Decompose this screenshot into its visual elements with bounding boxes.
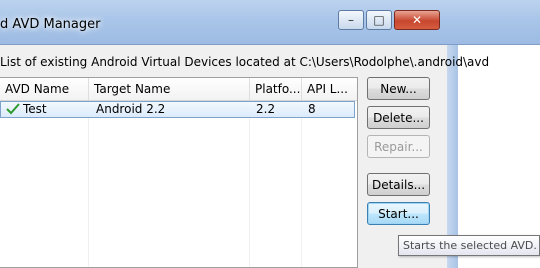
close-button[interactable]: ✕ [394,10,440,30]
column-divider [88,118,89,267]
table-header: AVD Name Target Name Platfo... API L... [0,78,357,101]
minimize-button[interactable]: – [338,10,364,30]
column-header-avd-name[interactable]: AVD Name [0,78,89,100]
column-header-api-level[interactable]: API L... [302,78,357,100]
table-row[interactable]: Test Android 2.2 2.2 8 [0,101,355,118]
minimize-icon: – [348,13,354,27]
api-level-cell: 8 [308,102,316,116]
avd-table[interactable]: AVD Name Target Name Platfo... API L... … [0,77,358,268]
check-icon [6,103,20,118]
column-header-target-name[interactable]: Target Name [89,78,250,100]
column-divider [301,118,302,267]
details-button[interactable]: Details... [367,173,430,196]
window-title: d AVD Manager [0,17,101,32]
delete-button[interactable]: Delete... [367,106,430,129]
start-tooltip: Starts the selected AVD. [398,235,540,256]
target-name-cell: Android 2.2 [96,102,166,116]
maximize-button[interactable]: □ [366,10,392,30]
close-icon: ✕ [411,13,423,27]
column-header-platform[interactable]: Platfo... [250,78,302,100]
new-button[interactable]: New... [367,77,430,100]
avd-location-label: List of existing Android Virtual Devices… [0,55,490,69]
maximize-icon: □ [373,13,385,27]
repair-button[interactable]: Repair... [367,135,430,158]
column-divider [249,118,250,267]
start-button[interactable]: Start... [367,202,430,225]
avd-name-cell: Test [23,102,47,116]
platform-cell: 2.2 [256,102,276,116]
title-bar[interactable]: d AVD Manager – □ ✕ [0,0,540,45]
